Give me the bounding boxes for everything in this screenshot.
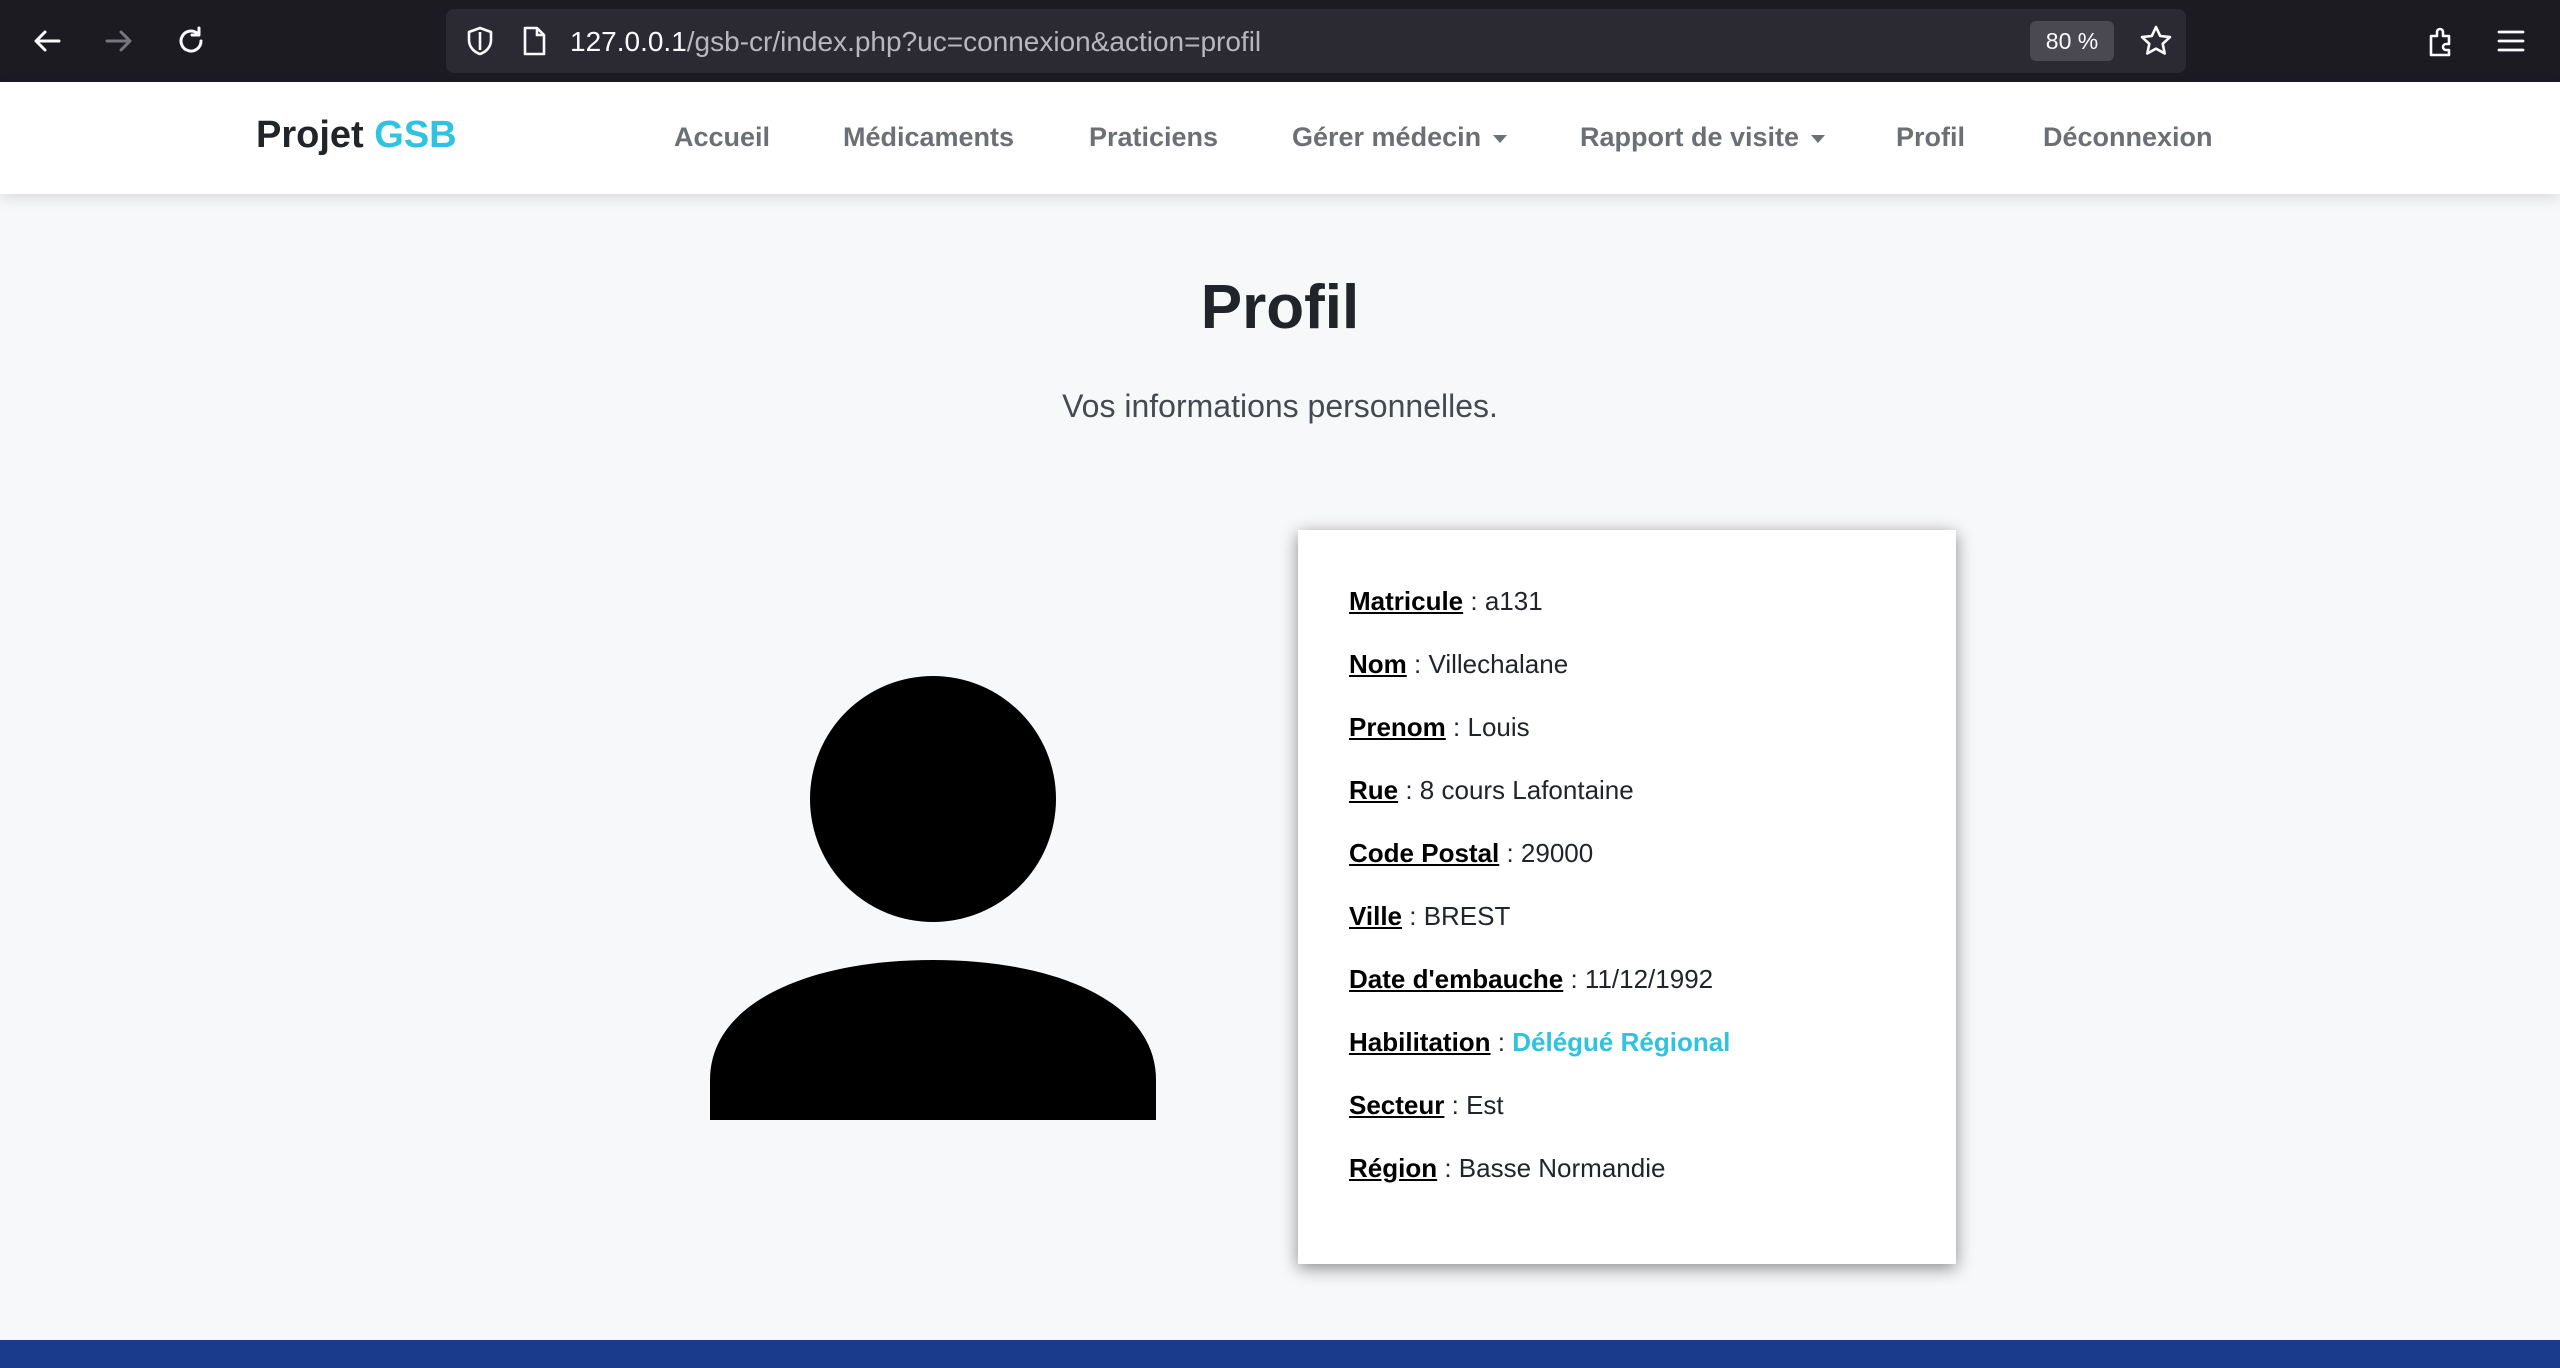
url-host: 127.0.0.1	[570, 26, 687, 57]
field-separator: :	[1499, 838, 1521, 868]
nav-item-rapport-de-visite: Rapport de visite	[1580, 122, 1800, 152]
field-separator: :	[1563, 964, 1585, 994]
shield-icon[interactable]	[462, 23, 498, 59]
page-title: Profil	[1200, 273, 1360, 342]
url-text[interactable]: 127.0.0.1/gsb-cr/index.php?uc=connexion&…	[570, 26, 1261, 58]
field-label: Secteur	[1349, 1090, 1445, 1120]
field-value: 11/12/1992	[1584, 964, 1714, 994]
back-icon	[34, 30, 61, 52]
field-value: Villechalane	[1428, 649, 1569, 679]
page-subtitle: Vos informations personnelles.	[1062, 388, 1498, 424]
field-secteur: Secteur : Est	[1349, 1090, 1504, 1121]
field-label: Rue	[1349, 775, 1399, 805]
field-value: Basse Normandie	[1458, 1153, 1666, 1183]
field-separator: :	[1406, 649, 1429, 679]
field-date-embauche: Date d'embauche : 11/12/1992	[1349, 964, 1713, 995]
site-navbar: Projet GSB Accueil Médicaments Praticien…	[0, 82, 2560, 194]
nav-item-deconnexion[interactable]: Déconnexion	[2043, 122, 2213, 153]
brand-accent: GSB	[374, 114, 457, 156]
field-separator: :	[1402, 901, 1424, 931]
field-label: Date d'embauche	[1349, 964, 1564, 994]
field-value: 8 cours Lafontaine	[1419, 775, 1634, 805]
field-label: Nom	[1349, 649, 1407, 679]
field-label: Habilitation	[1349, 1027, 1491, 1057]
field-label: Code Postal	[1349, 838, 1500, 868]
field-separator: :	[1463, 586, 1485, 616]
nav-item-medicaments[interactable]: Médicaments	[843, 122, 1014, 153]
field-habilitation: Habilitation : Délégué Régional	[1349, 1027, 1730, 1058]
nav-item-profil[interactable]: Profil	[1896, 122, 1965, 153]
field-label: Région	[1349, 1153, 1438, 1183]
brand-main: Projet	[256, 114, 364, 156]
page-icon[interactable]	[516, 23, 552, 59]
nav-item-praticiens[interactable]: Praticiens	[1089, 122, 1218, 153]
nav-dropdown-gerer-medecin[interactable]: Gérer médecin	[1292, 122, 1508, 153]
reload-button[interactable]	[168, 18, 214, 64]
field-region: Région : Basse Normandie	[1349, 1153, 1665, 1184]
address-bar[interactable]: 127.0.0.1/gsb-cr/index.php?uc=connexion&…	[446, 9, 2186, 73]
forward-button[interactable]	[96, 18, 142, 64]
field-separator: :	[1445, 712, 1468, 742]
field-value: a131	[1484, 586, 1543, 616]
extensions-icon[interactable]	[2420, 20, 2462, 62]
menu-icon[interactable]	[2490, 20, 2532, 62]
browser-toolbar: 127.0.0.1/gsb-cr/index.php?uc=connexion&…	[0, 0, 2560, 82]
field-label: Prenom	[1349, 712, 1446, 742]
caret-down-icon	[1811, 134, 1826, 143]
nav-item-accueil[interactable]: Accueil	[674, 122, 770, 153]
nav-dropdown-rapport-de-visite[interactable]: Rapport de visite	[1580, 122, 1826, 153]
field-value: BREST	[1423, 901, 1511, 931]
footer-bar	[0, 1340, 2560, 1368]
field-rue: Rue : 8 cours Lafontaine	[1349, 775, 1634, 806]
field-label: Ville	[1349, 901, 1403, 931]
caret-down-icon	[1493, 134, 1508, 143]
back-button[interactable]	[24, 18, 70, 64]
star-icon[interactable]	[2136, 21, 2176, 61]
url-path: /gsb-cr/index.php?uc=connexion&action=pr…	[686, 26, 1262, 57]
reload-icon	[179, 26, 203, 53]
field-separator: :	[1490, 1027, 1513, 1057]
field-separator: :	[1398, 775, 1420, 805]
zoom-level-badge[interactable]: 80 %	[2030, 21, 2114, 61]
field-code-postal: Code Postal : 29000	[1349, 838, 1593, 869]
field-value: Est	[1466, 1090, 1504, 1120]
field-matricule: Matricule : a131	[1349, 586, 1543, 617]
field-label: Matricule	[1349, 586, 1464, 616]
field-separator: :	[1444, 1090, 1467, 1120]
user-avatar-icon	[710, 676, 1156, 1120]
field-value: Louis	[1467, 712, 1530, 742]
field-ville: Ville : BREST	[1349, 901, 1510, 932]
brand-logo[interactable]: Projet GSB	[256, 114, 457, 157]
forward-icon	[105, 30, 132, 52]
profile-info-card: Matricule : a131 Nom : Villechalane Pren…	[1298, 530, 1956, 1264]
nav-item-gerer-medecin: Gérer médecin	[1292, 122, 1482, 152]
field-value: Délégué Régional	[1512, 1027, 1731, 1057]
field-prenom: Prenom : Louis	[1349, 712, 1530, 743]
field-value: 29000	[1520, 838, 1594, 868]
field-separator: :	[1437, 1153, 1459, 1183]
field-nom: Nom : Villechalane	[1349, 649, 1568, 680]
